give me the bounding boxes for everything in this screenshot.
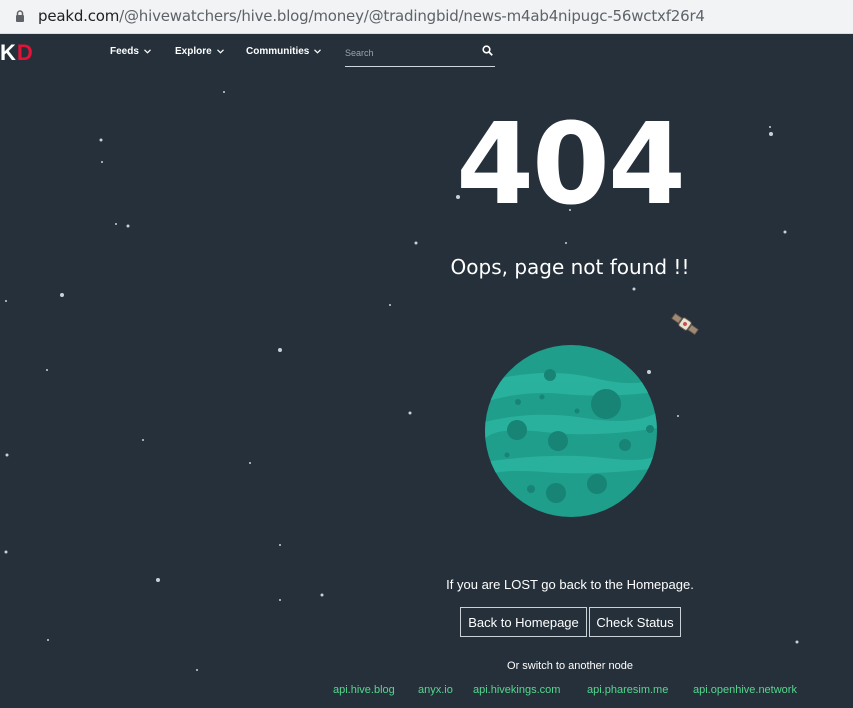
browser-address-bar[interactable]: peakd.com/@hivewatchers/hive.blog/money/… <box>0 0 853 34</box>
nav-feeds-menu[interactable]: Feeds <box>110 46 151 57</box>
satellite-icon <box>671 312 699 336</box>
lost-message: If you are LOST go back to the Homepage. <box>446 577 694 592</box>
nav-explore-menu[interactable]: Explore <box>175 46 224 57</box>
nav-explore-label: Explore <box>175 46 212 57</box>
node-link-api-hivekings-com[interactable]: api.hivekings.com <box>473 684 560 696</box>
node-link-api-pharesim-me[interactable]: api.pharesim.me <box>587 684 668 696</box>
check-status-button[interactable]: Check Status <box>589 607 681 637</box>
url-text[interactable]: peakd.com/@hivewatchers/hive.blog/money/… <box>38 7 705 25</box>
node-link-anyx-io[interactable]: anyx.io <box>418 684 453 696</box>
url-path: /@hivewatchers/hive.blog/money/@tradingb… <box>119 7 705 25</box>
logo-letter-d: D <box>16 40 34 65</box>
search-box <box>345 42 495 67</box>
node-link-api-hive-blog[interactable]: api.hive.blog <box>333 684 395 696</box>
lock-icon <box>16 10 24 22</box>
back-to-homepage-button[interactable]: Back to Homepage <box>460 607 587 637</box>
peakd-logo[interactable]: KD <box>0 40 34 66</box>
top-navigation: KD Feeds Explore Communities <box>0 34 853 72</box>
chevron-down-icon <box>216 49 224 54</box>
chevron-down-icon <box>143 49 151 54</box>
switch-node-text: Or switch to another node <box>507 660 633 672</box>
chevron-down-icon <box>314 49 322 54</box>
nav-communities-menu[interactable]: Communities <box>246 46 322 57</box>
planet-illustration <box>485 345 657 517</box>
error-code-heading: 404 <box>456 100 686 230</box>
url-host: peakd.com <box>38 7 120 25</box>
node-link-api-openhive-network[interactable]: api.openhive.network <box>693 684 797 696</box>
logo-letter-k: K <box>0 40 17 65</box>
error-message: Oops, page not found !! <box>450 255 690 279</box>
nav-communities-label: Communities <box>246 46 310 57</box>
search-input[interactable] <box>345 45 475 61</box>
nav-feeds-label: Feeds <box>110 46 139 57</box>
search-icon[interactable] <box>482 45 493 56</box>
starfield-background <box>4 91 799 671</box>
